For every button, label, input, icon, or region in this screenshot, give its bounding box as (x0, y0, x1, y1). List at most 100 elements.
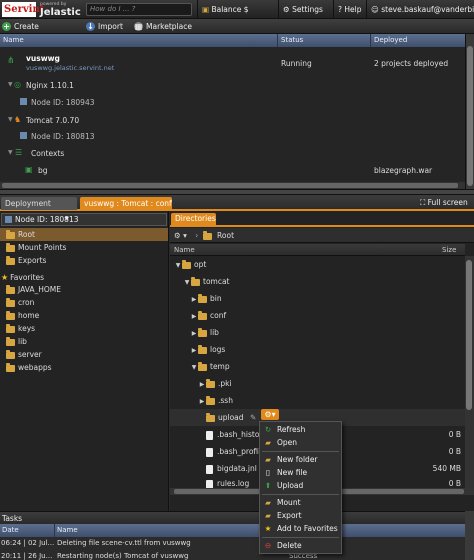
favorite-item[interactable]: cron (0, 296, 168, 309)
node-row-tomcat[interactable]: ▼ ♞ Tomcat 7.0.70 (0, 114, 465, 128)
file-row[interactable]: ▶ bin (170, 290, 465, 307)
col-name[interactable]: Name (0, 34, 278, 47)
wallet-icon: ▣ (202, 5, 210, 14)
env-row-vuswwg[interactable]: ⋔ vuswwg vuswwg.jelastic.servint.net Run… (0, 51, 465, 75)
menu-item-upload[interactable]: ⬆ Upload (260, 480, 341, 492)
context-bg-deployed: blazegraph.war (374, 166, 433, 175)
task-date: 20:11 | 26 Ju... (1, 552, 53, 560)
menu-item-delete[interactable]: ⊖ Delete (260, 540, 341, 552)
gear-icon: ⚙▾ (264, 410, 276, 419)
top-bar: Servint powered by Jelastic How do I ...… (0, 0, 474, 33)
file-row[interactable]: ▼ opt (170, 256, 465, 273)
file-icon (206, 464, 213, 474)
file-row[interactable]: ▼ temp (170, 358, 465, 375)
env-domain-link[interactable]: vuswwg.jelastic.servint.net (26, 64, 114, 72)
node-row-nginx[interactable]: ▼ ◎ Nginx 1.10.1 (0, 79, 465, 93)
favorite-item[interactable]: JAVA_HOME (0, 283, 168, 296)
column-divider (54, 524, 55, 537)
menu-item-label: Refresh (277, 425, 306, 434)
tree-item-root[interactable]: Root (0, 228, 168, 241)
user-label: steve.baskauf@vanderbilt... (381, 5, 474, 14)
row-gear-button[interactable]: ⚙▾ (261, 409, 279, 420)
file-row[interactable]: ▼ tomcat (170, 273, 465, 290)
gear-menu-icon[interactable]: ⚙ ▾ (174, 231, 187, 240)
favorite-item[interactable]: lib (0, 335, 168, 348)
tree-item-label: Root (18, 230, 35, 239)
tasks-grid-header: Date Name (0, 524, 465, 537)
menu-item-add-to-favorites[interactable]: ★ Add to Favorites (260, 523, 341, 535)
menu-separator (262, 451, 339, 452)
node-id-row-nginx[interactable]: Node ID: 180943 (0, 97, 465, 109)
scroll-thumb[interactable] (467, 46, 473, 186)
file-row[interactable]: ▶ logs (170, 341, 465, 358)
favorite-item[interactable]: home (0, 309, 168, 322)
file-row[interactable]: ▶ lib (170, 324, 465, 341)
new-folder-icon: ▰ (265, 455, 271, 464)
menu-item-open[interactable]: ▰ Open (260, 437, 341, 449)
tab-tomcat-config[interactable]: vuswwg : Tomcat : config ✕ (80, 197, 172, 210)
user-icon: ☺ (371, 5, 379, 14)
menu-item-new-folder[interactable]: ▰ New folder (260, 454, 341, 466)
create-environment-button[interactable]: + Create environment (0, 19, 82, 46)
scroll-thumb[interactable] (2, 183, 458, 188)
folder-icon (206, 412, 215, 422)
tree-item-mount-points[interactable]: Mount Points (0, 241, 168, 254)
marketplace-button[interactable]: ▦ Marketplace (132, 19, 192, 34)
context-row-bg[interactable]: ▣ bg blazegraph.war (0, 165, 465, 177)
menu-item-label: Add to Favorites (277, 524, 338, 533)
tasks-vscrollbar[interactable] (465, 511, 474, 560)
task-row[interactable]: 20:11 | 26 Ju... Restarting node(s) Tomc… (0, 551, 465, 560)
col-task-name[interactable]: Name (57, 524, 78, 537)
full-screen-label: Full screen (427, 198, 468, 207)
env-grid-vscrollbar[interactable] (465, 34, 474, 189)
env-grid-hscrollbar[interactable] (0, 182, 465, 189)
tasks-title: Tasks (2, 514, 23, 523)
folder-icon (198, 344, 207, 354)
tree-item-exports[interactable]: Exports (0, 254, 168, 267)
settings-button[interactable]: ⚙ Settings (278, 0, 333, 19)
contexts-row[interactable]: ▼ ☰ Contexts (0, 148, 465, 160)
file-row[interactable]: ▶ .ssh (170, 392, 465, 409)
path-root[interactable]: Root (217, 231, 234, 240)
import-button[interactable]: ↓ Import (84, 19, 128, 34)
col-deployed[interactable]: Deployed (371, 34, 465, 47)
chevron-down-icon: ▼ (191, 364, 197, 371)
tasks-panel-header[interactable]: Tasks (0, 511, 474, 524)
chevron-down-icon: ▼ (65, 216, 69, 222)
menu-item-refresh[interactable]: ↻ Refresh (260, 424, 341, 436)
menu-item-new-file[interactable]: ▯ New file (260, 467, 341, 479)
search-input[interactable]: How do I ... ? (86, 3, 192, 16)
balance-menu[interactable]: ▣ Balance $ (197, 0, 277, 33)
pencil-icon[interactable]: ✎ (250, 413, 256, 422)
menu-item-export[interactable]: ▰ Export (260, 510, 341, 522)
col-file-name[interactable]: Name (174, 246, 195, 254)
full-screen-button[interactable]: ⛶ Full screen (420, 198, 468, 208)
menu-item-label: Upload (277, 481, 304, 490)
favorite-label: webapps (18, 363, 52, 372)
menu-item-mount[interactable]: ▰ Mount (260, 497, 341, 509)
task-row[interactable]: 06:24 | 02 Jul... Deleting file scene-cv… (0, 538, 465, 549)
env-grid: ⋔ vuswwg vuswwg.jelastic.servint.net Run… (0, 47, 465, 189)
col-task-date[interactable]: Date (2, 524, 19, 537)
col-status[interactable]: Status (278, 34, 371, 47)
col-file-size[interactable]: Size (442, 244, 456, 256)
file-row[interactable]: ▶ conf (170, 307, 465, 324)
user-menu[interactable]: ☺ steve.baskauf@vanderbilt... (366, 0, 474, 19)
file-row[interactable]: ▶ .pki (170, 375, 465, 392)
tab-deployment-manager[interactable]: Deployment manager (1, 197, 77, 221)
file-grid-vscrollbar[interactable] (465, 256, 474, 488)
favorite-item[interactable]: keys (0, 322, 168, 335)
node-id-row-tomcat[interactable]: Node ID: 180813 (0, 131, 465, 143)
directories-tab[interactable]: Directories (171, 213, 216, 225)
favorite-label: server (18, 350, 42, 359)
context-app-icon: ▣ (25, 165, 33, 174)
help-menu[interactable]: ? Help ▼ (333, 0, 366, 33)
node-select[interactable]: Node ID: 180813 ▼ (1, 213, 167, 226)
env-status: Running (281, 59, 312, 68)
scroll-thumb[interactable] (466, 260, 472, 410)
chevron-down-icon: ▼ (8, 116, 13, 123)
favorite-item[interactable]: webapps (0, 361, 168, 374)
chevron-right-icon: ▶ (191, 347, 197, 354)
folder-icon (6, 229, 15, 239)
favorite-item[interactable]: server (0, 348, 168, 361)
